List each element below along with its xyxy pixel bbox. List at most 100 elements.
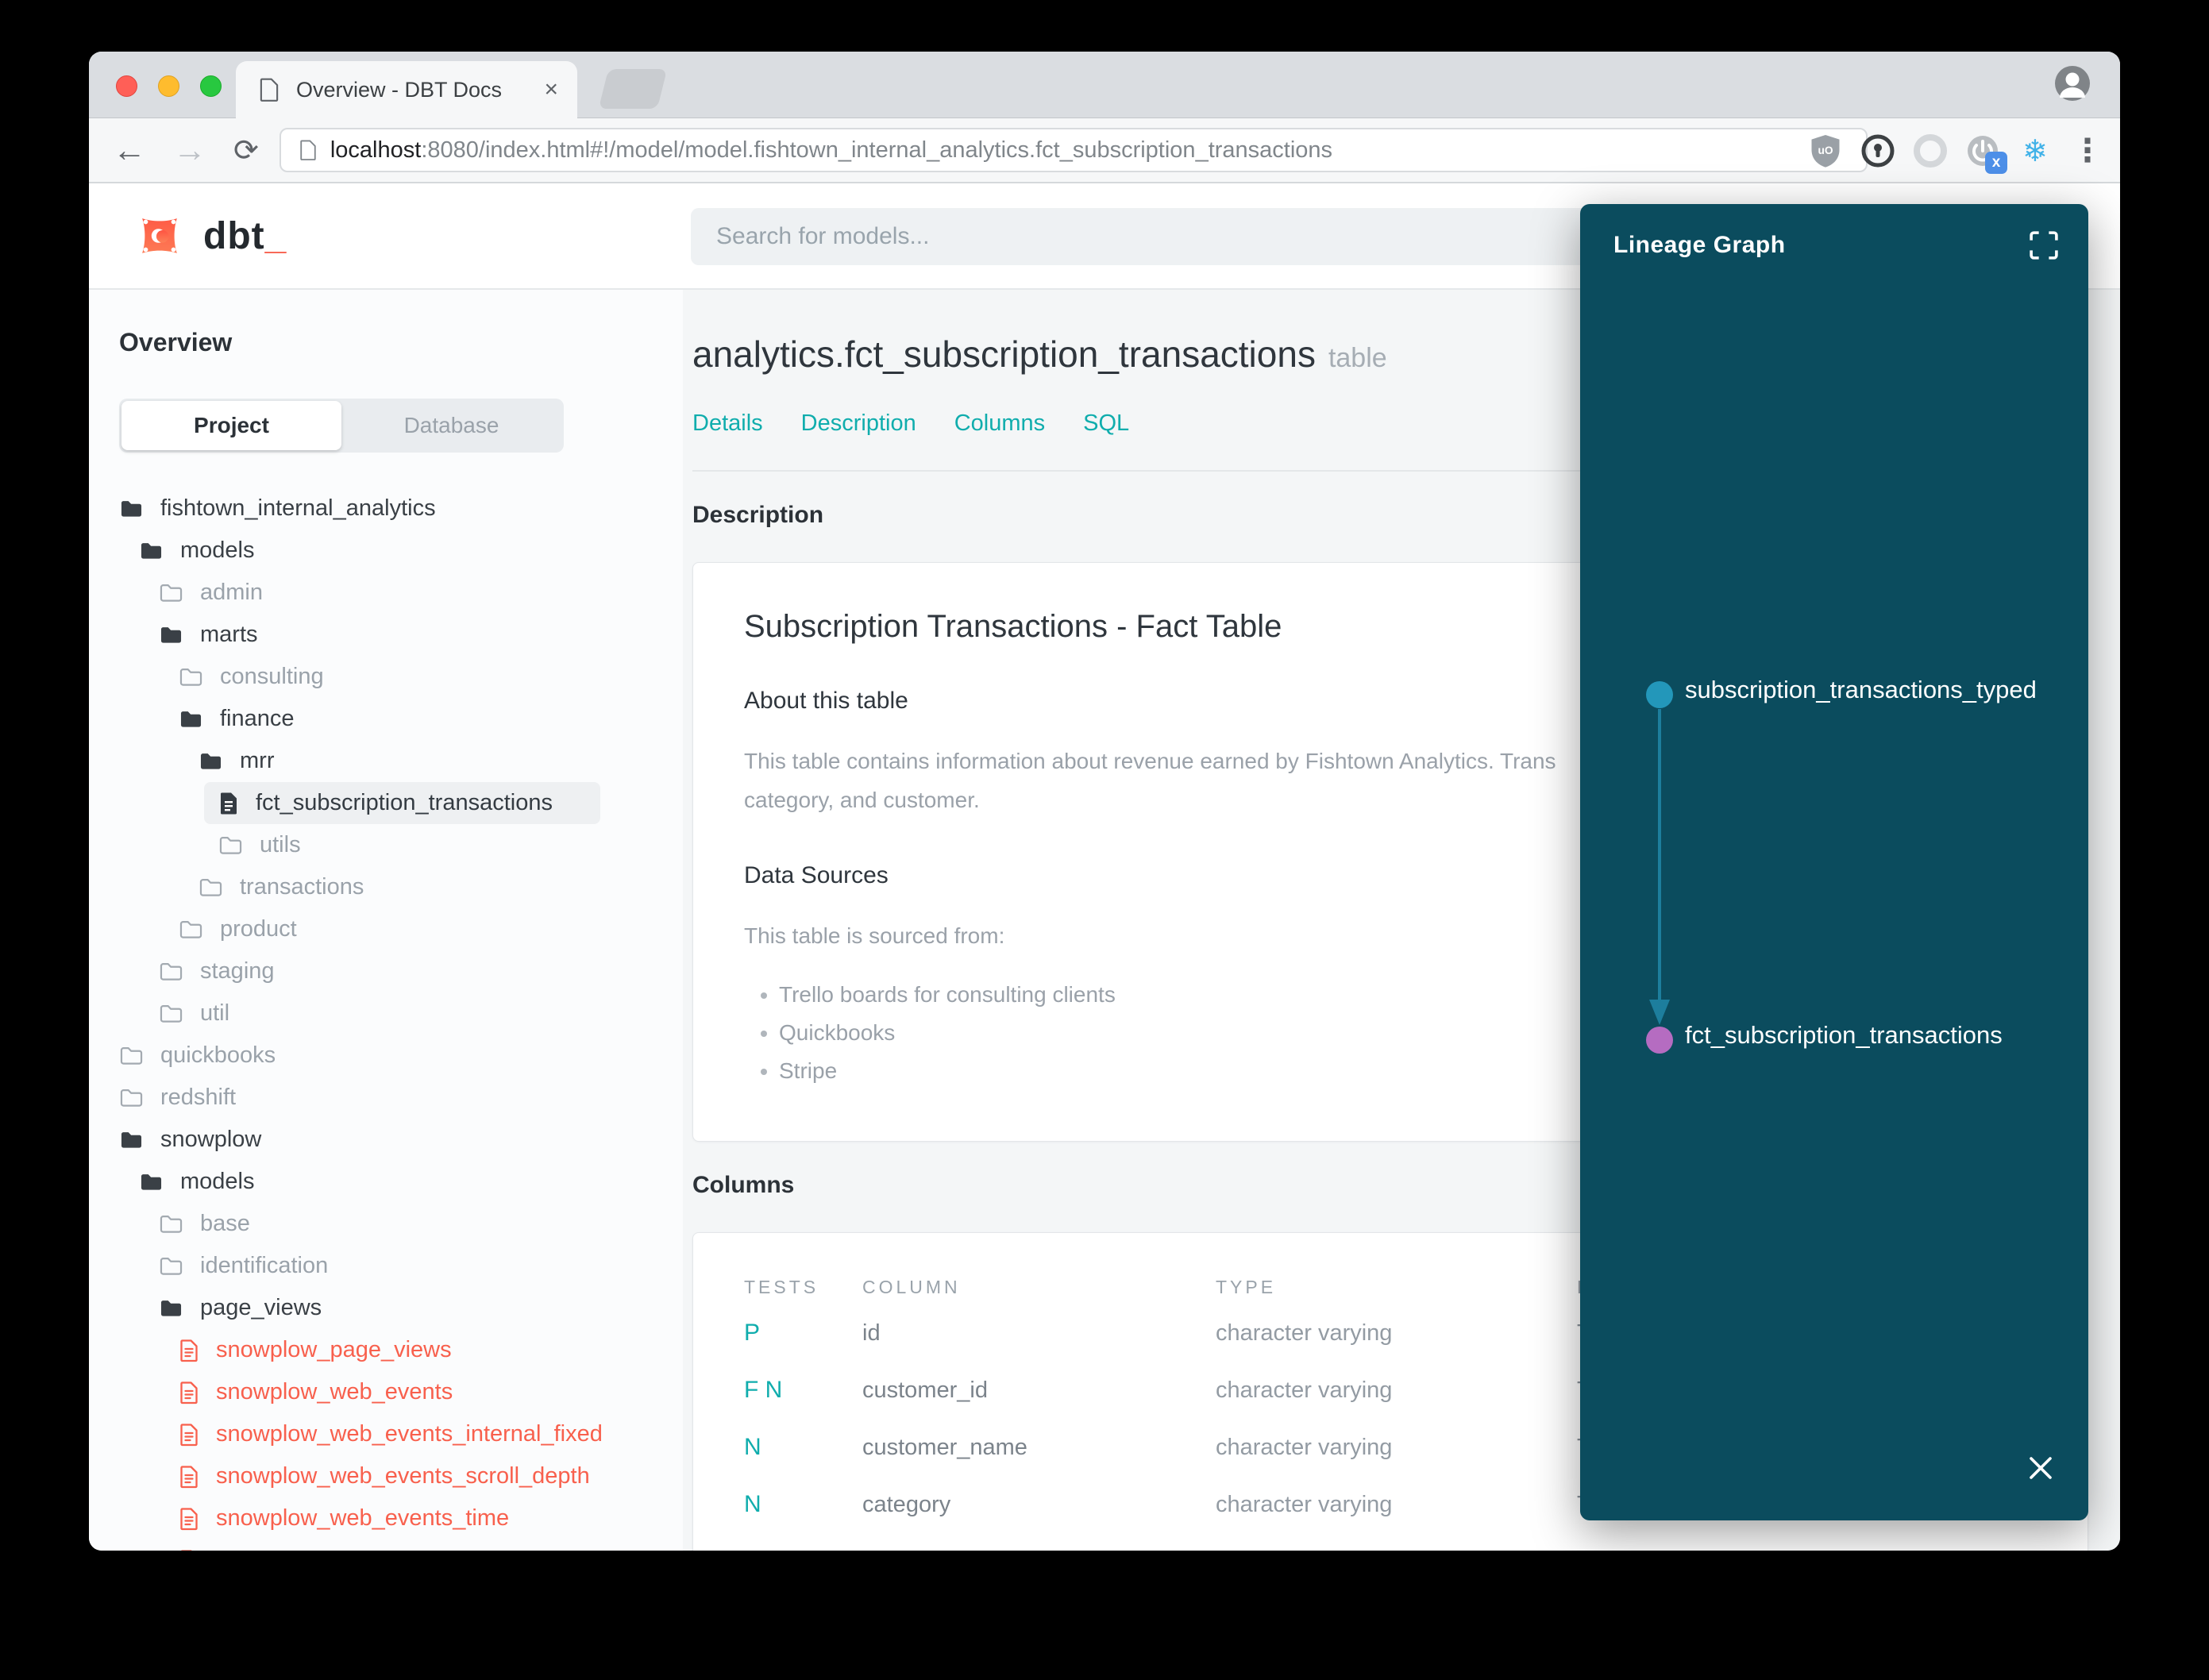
sidebar-tree-item-quickbooks[interactable]: quickbooks	[119, 1035, 683, 1077]
nav-columns[interactable]: Columns	[954, 410, 1045, 437]
folder-closed-icon	[160, 963, 183, 981]
tab-close-icon[interactable]: ×	[544, 78, 558, 102]
snowflake-extension-icon[interactable]: ❄	[2017, 133, 2053, 169]
tree-item-label: models	[180, 1169, 255, 1194]
window-controls	[116, 75, 222, 97]
back-button[interactable]: ←	[113, 131, 146, 169]
sidebar-tree-item-models[interactable]: models	[139, 530, 683, 572]
onepassword-extension-icon[interactable]	[1860, 133, 1896, 169]
sidebar-tree-item-finance[interactable]: finance	[179, 698, 683, 740]
lineage-node-label[interactable]: subscription_transactions_typed	[1685, 676, 2037, 704]
sidebar-tree-item-redshift[interactable]: redshift	[119, 1077, 683, 1119]
sidebar-tree-item-snowplow_web_events_internal_fixed[interactable]: snowplow_web_events_internal_fixed	[179, 1413, 683, 1455]
dbt-logo[interactable]: dbt_	[133, 210, 287, 262]
folder-closed-icon	[120, 1047, 143, 1065]
url-path: :8080/index.html#!/model/model.fishtown_…	[421, 137, 1333, 163]
lineage-arrowhead	[1649, 1000, 1670, 1025]
sidebar-tree-item-marts[interactable]: marts	[159, 614, 683, 656]
sidebar-tree-item-identification[interactable]: identification	[159, 1245, 683, 1287]
folder-open-icon	[180, 711, 202, 727]
folder-closed-icon	[160, 1216, 183, 1233]
sidebar-tree-item-utils[interactable]: utils	[218, 824, 683, 866]
sidebar-tree-item-staging[interactable]: staging	[159, 950, 683, 992]
toggle-project[interactable]: Project	[121, 401, 341, 450]
expand-chevron-icon[interactable]: ›	[1895, 1547, 1905, 1551]
sidebar-tree-item-fct_subscription_transactions[interactable]: fct_subscription_transactions	[204, 782, 683, 824]
sidebar-tree-item-fishtown_internal_analytics[interactable]: fishtown_internal_analytics	[119, 487, 683, 530]
forward-button: →	[173, 131, 206, 168]
column-row-date_month[interactable]: Ndate_monthdateThis column indicates ...…	[744, 1533, 2037, 1551]
browser-tabstrip: Overview - DBT Docs ×	[89, 52, 2120, 118]
nav-description[interactable]: Description	[801, 410, 916, 437]
sidebar-tree-item-consulting[interactable]: consulting	[179, 656, 683, 698]
zoom-window-button[interactable]	[200, 75, 222, 97]
resource-type-badge: table	[1328, 343, 1387, 373]
tree-item-label: fct_subscription_transactions	[256, 790, 553, 815]
lineage-node-subscription-transactions-typed[interactable]	[1646, 681, 1673, 708]
tree-item-label: snowplow_web_page_context	[216, 1547, 523, 1551]
sidebar-overview-title: Overview	[119, 328, 233, 356]
profile-avatar-icon[interactable]	[2053, 64, 2091, 102]
power-extension-icon[interactable]: x	[1964, 133, 2007, 174]
column-name: id	[862, 1320, 881, 1346]
page-info-icon[interactable]	[299, 139, 318, 161]
browser-tab[interactable]: Overview - DBT Docs ×	[236, 61, 577, 118]
power-extension-badge: x	[1985, 152, 2007, 174]
folder-closed-icon	[160, 1258, 183, 1275]
column-name: customer_id	[862, 1377, 988, 1403]
sidebar-tree-item-mrr[interactable]: mrr	[199, 740, 683, 782]
ublock-extension-icon[interactable]: uO	[1807, 133, 1844, 169]
model-file-icon	[180, 1381, 198, 1404]
column-type: character varying	[1216, 1491, 1393, 1517]
project-tree: fishtown_internal_analyticsmodels admin ma…	[119, 487, 683, 1551]
tree-item-label: marts	[200, 622, 258, 647]
tree-item-label: models	[180, 538, 255, 563]
lineage-close-icon[interactable]	[2022, 1449, 2060, 1487]
close-window-button[interactable]	[116, 75, 137, 97]
sidebar-tree-item-snowplow_page_views[interactable]: snowplow_page_views	[179, 1329, 683, 1371]
column-type: character varying	[1216, 1434, 1393, 1460]
sidebar-tree-item-snowplow_web_page_context[interactable]: snowplow_web_page_context	[179, 1539, 683, 1551]
sidebar-tree-item-util[interactable]: util	[159, 992, 683, 1035]
nav-details[interactable]: Details	[692, 410, 763, 437]
disabled-extension-icon[interactable]	[1912, 133, 1949, 169]
sidebar-tree-item-product[interactable]: product	[179, 908, 683, 950]
url-bar[interactable]: localhost:8080/index.html#!/model/model.…	[279, 128, 1868, 172]
sidebar-tree-item-snowplow_web_events_time[interactable]: snowplow_web_events_time	[179, 1497, 683, 1539]
folder-closed-icon	[179, 669, 202, 686]
folder-open-icon	[121, 1132, 142, 1148]
column-name: customer_name	[862, 1434, 1027, 1460]
reload-button[interactable]: ⟳	[233, 133, 259, 168]
sidebar-tree-item-base[interactable]: base	[159, 1203, 683, 1245]
browser-window: Overview - DBT Docs × ← → ⟳ localhost:80…	[89, 52, 2120, 1551]
model-file-icon	[221, 792, 237, 814]
nav-sql[interactable]: SQL	[1083, 410, 1129, 437]
tree-item-label: snowplow_web_events_internal_fixed	[216, 1421, 603, 1447]
sidebar-tree-item-snowplow_web_events_scroll_depth[interactable]: snowplow_web_events_scroll_depth	[179, 1455, 683, 1497]
page-favicon-icon	[260, 78, 279, 102]
column-tests: N	[744, 1548, 862, 1551]
model-file-icon	[180, 1423, 198, 1446]
toggle-database[interactable]: Database	[341, 401, 561, 450]
column-name: category	[862, 1491, 951, 1517]
sidebar-tree-item-snowplow_web_events[interactable]: snowplow_web_events	[179, 1371, 683, 1413]
lineage-node-label[interactable]: fct_subscription_transactions	[1685, 1021, 2003, 1050]
tree-item-label: consulting	[220, 664, 324, 689]
browser-menu-icon[interactable]: ⋮	[2069, 133, 2106, 169]
tree-item-label: snowplow_web_events	[216, 1379, 453, 1404]
column-name: date_month	[862, 1549, 1216, 1551]
sidebar-tree-item-snowplow[interactable]: snowplow	[119, 1119, 683, 1161]
lineage-node-fct-subscription-transactions[interactable]	[1646, 1027, 1673, 1054]
column-tests: N	[744, 1434, 761, 1460]
sidebar-tree-item-models[interactable]: models	[139, 1161, 683, 1203]
tree-item-label: redshift	[160, 1085, 237, 1110]
dbt-logo-text: dbt_	[203, 214, 287, 257]
new-tab-button[interactable]	[598, 69, 668, 109]
browser-toolbar: ← → ⟳ localhost:8080/index.html#!/model/…	[89, 118, 2120, 183]
model-file-icon	[180, 1465, 198, 1488]
minimize-window-button[interactable]	[158, 75, 179, 97]
sidebar-tree-item-transactions[interactable]: transactions	[199, 866, 683, 908]
lineage-graph[interactable]	[1580, 204, 2088, 1520]
sidebar-tree-item-page_views[interactable]: page_views	[159, 1287, 683, 1329]
sidebar-tree-item-admin[interactable]: admin	[159, 572, 683, 614]
